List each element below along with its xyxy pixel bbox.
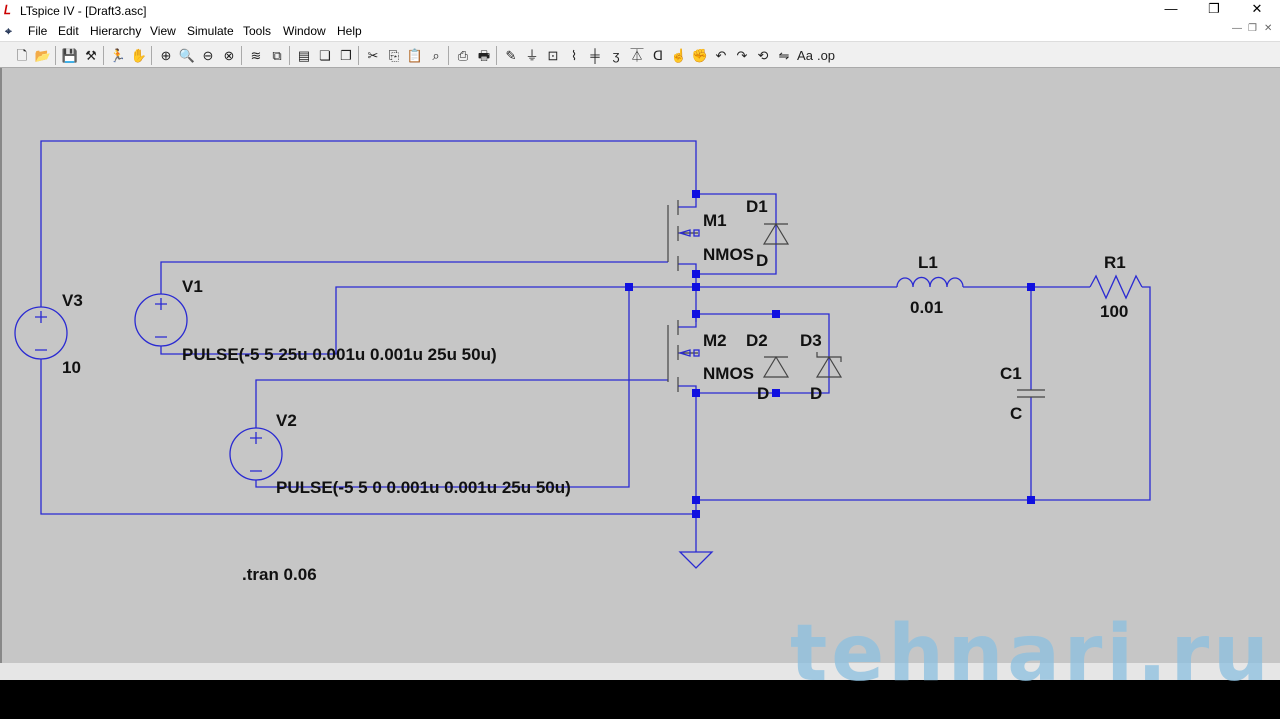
v2-value[interactable]: PULSE(-5 5 0 0.001u 0.001u 25u 50u) xyxy=(276,478,571,497)
m2-model[interactable]: NMOS xyxy=(703,364,754,383)
v3-value[interactable]: 10 xyxy=(62,358,81,377)
tran-directive[interactable]: .tran 0.06 xyxy=(242,565,317,584)
v2-name[interactable]: V2 xyxy=(276,411,297,430)
d1-model[interactable]: D xyxy=(756,251,768,270)
junctions xyxy=(625,190,1035,518)
d3-name[interactable]: D3 xyxy=(800,331,822,350)
l1-name[interactable]: L1 xyxy=(918,253,938,272)
r1-value[interactable]: 100 xyxy=(1100,302,1128,321)
r1-name[interactable]: R1 xyxy=(1104,253,1126,272)
m1-name[interactable]: M1 xyxy=(703,211,727,230)
capacitor-C1[interactable] xyxy=(1017,389,1045,398)
l1-value[interactable]: 0.01 xyxy=(910,298,943,317)
nmos-M1[interactable] xyxy=(667,200,700,271)
ground-symbol xyxy=(678,551,714,569)
inductor-L1[interactable] xyxy=(896,276,964,288)
c1-value[interactable]: C xyxy=(1010,404,1022,423)
v3-name[interactable]: V3 xyxy=(62,291,83,310)
diode-D2[interactable] xyxy=(762,355,790,378)
v1-name[interactable]: V1 xyxy=(182,277,203,296)
nmos-M2[interactable] xyxy=(667,320,700,392)
v1-value[interactable]: PULSE(-5 5 25u 0.001u 0.001u 25u 50u) xyxy=(182,345,497,364)
d2-name[interactable]: D2 xyxy=(746,331,768,350)
d3-model[interactable]: D xyxy=(810,384,822,403)
m1-model[interactable]: NMOS xyxy=(703,245,754,264)
resistor-R1[interactable] xyxy=(1089,274,1143,300)
voltage-source-V2[interactable] xyxy=(229,427,283,481)
voltage-source-V3[interactable] xyxy=(14,306,68,360)
c1-name[interactable]: C1 xyxy=(1000,364,1022,383)
d2-model[interactable]: D xyxy=(757,384,769,403)
d1-name[interactable]: D1 xyxy=(746,197,768,216)
m2-name[interactable]: M2 xyxy=(703,331,727,350)
schematic: V3 10 V1 PULSE(-5 5 25u 0.001u 0.001u 25… xyxy=(14,140,1273,699)
watermark: tehnari.ru xyxy=(790,609,1273,699)
voltage-source-V1[interactable] xyxy=(134,293,188,347)
